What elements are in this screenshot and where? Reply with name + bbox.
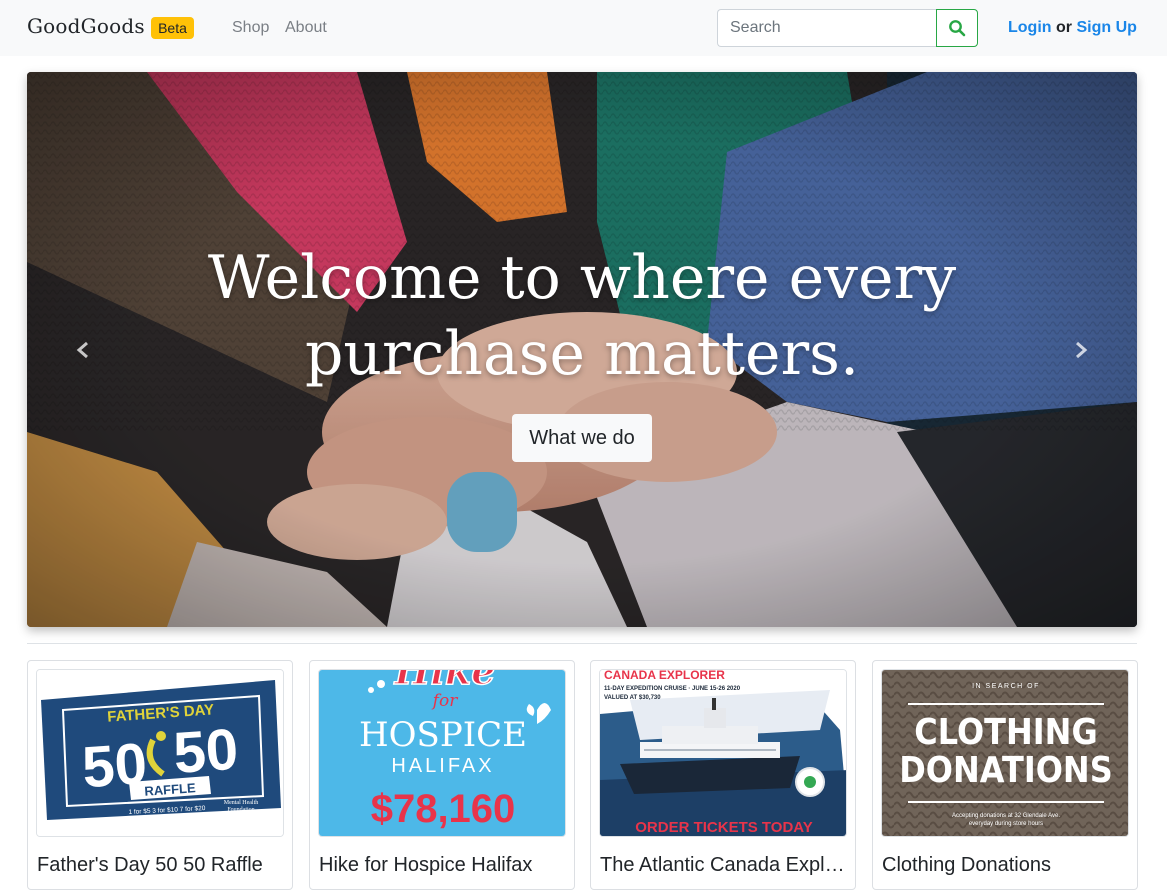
raffle-org-line1: Mental Health — [224, 800, 259, 806]
signup-link[interactable]: Sign Up — [1076, 19, 1136, 36]
chevron-right-icon — [1076, 341, 1088, 359]
auth-links: Login or Sign Up — [1008, 19, 1137, 37]
product-title[interactable]: Clothing Donations — [882, 853, 1130, 877]
search-button[interactable] — [936, 9, 978, 47]
product-card[interactable]: CANADA EXPLORER 11-DAY EXPEDITION CRUISE… — [590, 660, 856, 890]
raffle-org-line2: Foundation — [227, 807, 254, 813]
donations-line2: DONATIONS — [899, 750, 1113, 791]
login-link[interactable]: Login — [1008, 19, 1052, 36]
hero-carousel: Welcome to where every purchase matters.… — [27, 72, 1137, 627]
auth-or-text: or — [1056, 19, 1072, 36]
carousel-next-button[interactable] — [1061, 327, 1101, 373]
brand-name[interactable]: GoodGoods — [27, 14, 145, 38]
search-input[interactable] — [717, 9, 937, 47]
hospice-line1: HOSPICE — [359, 715, 527, 755]
product-card[interactable]: Hike for HOSPICE HALIFAX $78,160 Hike fo… — [309, 660, 575, 890]
what-we-do-button[interactable]: What we do — [512, 414, 652, 462]
nav-about-link[interactable]: About — [285, 19, 327, 37]
product-title[interactable]: Hike for Hospice Halifax — [319, 853, 567, 877]
explorer-heading: CANADA EXPLORER — [604, 670, 725, 682]
chevron-left-icon — [76, 341, 88, 359]
hospice-script: Hike — [394, 670, 496, 693]
product-image[interactable]: FATHER'S DAY 50 50 RAFFLE 1 for $5 3 for… — [36, 669, 284, 837]
hero-title-line2: purchase matters. — [304, 319, 860, 389]
product-image[interactable]: Hike for HOSPICE HALIFAX $78,160 — [318, 669, 566, 837]
explorer-line1: 11-DAY EXPEDITION CRUISE · JUNE 15-26 20… — [604, 686, 741, 692]
nav-shop-link[interactable]: Shop — [232, 19, 269, 37]
section-divider — [27, 643, 1137, 644]
hospice-line2: HALIFAX — [391, 755, 494, 777]
hero-title-line1: Welcome to where every — [207, 243, 957, 313]
carousel-prev-button[interactable] — [63, 327, 103, 373]
navbar: GoodGoods Beta Shop About Login or Sign … — [0, 0, 1167, 56]
product-title[interactable]: Father's Day 50 50 Raffle — [37, 853, 285, 877]
raffle-big-right: 50 — [171, 717, 240, 786]
donations-top: IN SEARCH OF — [972, 683, 1040, 690]
explorer-line2: VALUED AT $30,730 — [604, 695, 661, 701]
donations-note2: everyday during store hours — [969, 821, 1043, 827]
explorer-footer: ORDER TICKETS TODAY — [635, 819, 813, 836]
donations-note1: Accepting donations at 32 Glendale Ave. — [952, 813, 1060, 819]
beta-badge: Beta — [151, 17, 194, 39]
hero-title: Welcome to where every purchase matters. — [27, 240, 1137, 392]
product-image[interactable]: IN SEARCH OF CLOTHING DONATIONS Acceptin… — [881, 669, 1129, 837]
product-title[interactable]: The Atlantic Canada Explorer — [600, 853, 848, 877]
donations-line1: CLOTHING — [914, 712, 1097, 753]
product-card[interactable]: IN SEARCH OF CLOTHING DONATIONS Acceptin… — [872, 660, 1138, 890]
product-card[interactable]: FATHER'S DAY 50 50 RAFFLE 1 for $5 3 for… — [27, 660, 293, 890]
product-image[interactable]: CANADA EXPLORER 11-DAY EXPEDITION CRUISE… — [599, 669, 847, 837]
hospice-for: for — [431, 691, 459, 711]
hospice-amount: $78,160 — [371, 787, 516, 831]
search-icon — [949, 20, 966, 37]
